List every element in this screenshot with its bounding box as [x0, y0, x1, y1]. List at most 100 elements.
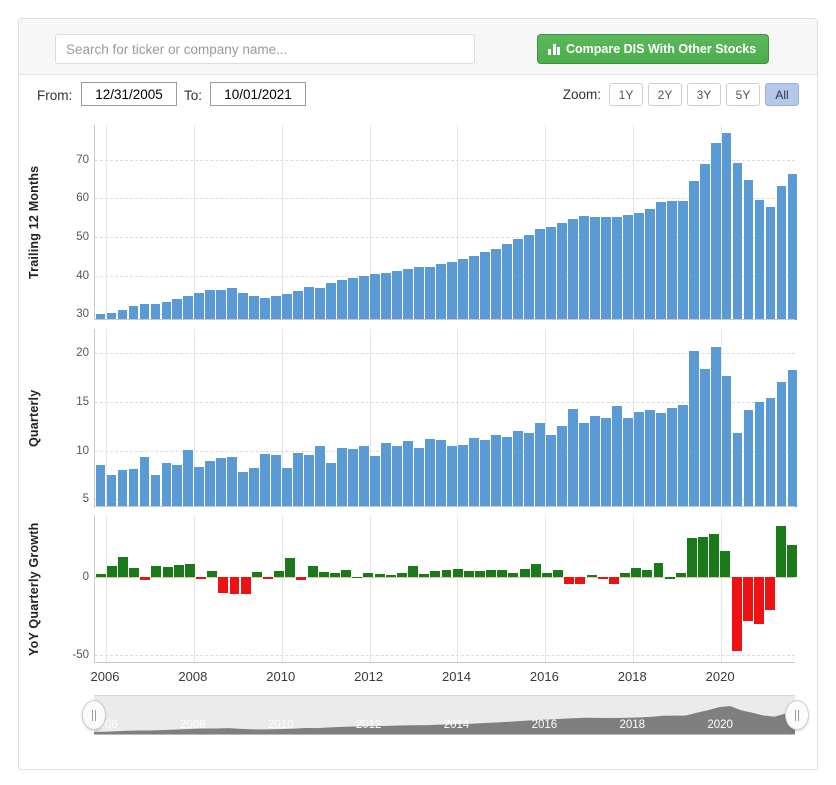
bar[interactable]: [128, 469, 139, 507]
bar[interactable]: [173, 564, 184, 578]
bar[interactable]: [95, 574, 106, 578]
zoom-button-3y[interactable]: 3Y: [687, 83, 721, 106]
bar[interactable]: [469, 437, 479, 507]
bar[interactable]: [205, 290, 216, 320]
bar[interactable]: [564, 577, 575, 584]
bar[interactable]: [556, 223, 567, 320]
bar[interactable]: [666, 407, 677, 507]
bar[interactable]: [743, 180, 754, 320]
bar[interactable]: [249, 296, 260, 320]
bar[interactable]: [229, 577, 240, 594]
bar[interactable]: [262, 577, 273, 579]
bar[interactable]: [497, 569, 508, 578]
bar[interactable]: [370, 274, 380, 320]
bar[interactable]: [575, 577, 586, 584]
bar[interactable]: [553, 570, 564, 578]
bar[interactable]: [207, 571, 218, 578]
bar[interactable]: [513, 239, 523, 320]
bar[interactable]: [150, 474, 161, 507]
bar[interactable]: [611, 216, 622, 320]
bar[interactable]: [578, 216, 589, 320]
bar[interactable]: [578, 423, 589, 507]
bar[interactable]: [341, 570, 352, 578]
bar[interactable]: [666, 200, 677, 320]
bar[interactable]: [315, 287, 326, 320]
bar[interactable]: [731, 577, 742, 651]
bar[interactable]: [260, 297, 271, 320]
bar[interactable]: [129, 567, 140, 578]
bar[interactable]: [600, 417, 611, 507]
bar[interactable]: [106, 474, 117, 507]
bar[interactable]: [620, 572, 630, 578]
bar[interactable]: [698, 536, 709, 578]
bar[interactable]: [95, 465, 106, 507]
bar[interactable]: [732, 162, 743, 320]
bar[interactable]: [172, 465, 183, 507]
bar[interactable]: [491, 435, 501, 507]
bar[interactable]: [408, 566, 418, 578]
bar[interactable]: [655, 201, 666, 320]
bar[interactable]: [743, 409, 754, 507]
bar[interactable]: [238, 471, 249, 507]
bar[interactable]: [117, 470, 128, 507]
bar[interactable]: [430, 571, 441, 578]
bar[interactable]: [282, 294, 293, 320]
bar[interactable]: [183, 296, 194, 320]
bar[interactable]: [742, 577, 753, 621]
bar[interactable]: [271, 296, 282, 320]
bar[interactable]: [545, 227, 556, 320]
bar[interactable]: [194, 467, 205, 507]
zoom-button-all[interactable]: All: [765, 83, 799, 106]
bar[interactable]: [677, 200, 688, 320]
bar[interactable]: [128, 306, 139, 320]
bar[interactable]: [474, 571, 485, 578]
bar[interactable]: [216, 458, 227, 507]
navigator-left-handle[interactable]: [82, 700, 106, 730]
bar[interactable]: [315, 445, 326, 507]
bar[interactable]: [469, 256, 479, 320]
bar[interactable]: [392, 445, 402, 507]
bar[interactable]: [329, 572, 340, 578]
bar[interactable]: [326, 463, 337, 507]
bar[interactable]: [238, 292, 249, 320]
bar[interactable]: [249, 468, 260, 507]
bar[interactable]: [205, 461, 216, 507]
bar[interactable]: [589, 216, 600, 320]
bar[interactable]: [260, 454, 271, 507]
bar[interactable]: [447, 262, 457, 320]
to-date-input[interactable]: [210, 82, 306, 106]
bar[interactable]: [787, 369, 798, 507]
bar[interactable]: [304, 455, 315, 507]
bar[interactable]: [644, 409, 655, 507]
bar[interactable]: [642, 569, 653, 578]
bar[interactable]: [754, 199, 765, 320]
bar[interactable]: [631, 567, 642, 578]
bar[interactable]: [502, 436, 512, 507]
bar[interactable]: [787, 173, 798, 320]
bar[interactable]: [675, 573, 686, 578]
bar[interactable]: [318, 571, 329, 578]
from-date-input[interactable]: [81, 82, 177, 106]
bar[interactable]: [687, 538, 697, 578]
bar[interactable]: [251, 571, 262, 578]
bar[interactable]: [385, 574, 396, 578]
bar[interactable]: [608, 577, 619, 584]
bar[interactable]: [534, 423, 545, 507]
bar[interactable]: [184, 564, 195, 578]
bar[interactable]: [523, 433, 534, 507]
bar[interactable]: [567, 408, 578, 507]
bar[interactable]: [633, 213, 644, 320]
bar[interactable]: [370, 456, 380, 507]
bar[interactable]: [403, 268, 413, 320]
bar[interactable]: [139, 457, 150, 507]
bar[interactable]: [556, 426, 567, 507]
bar[interactable]: [381, 442, 391, 507]
bar[interactable]: [463, 571, 474, 578]
bar[interactable]: [293, 291, 304, 320]
bar[interactable]: [776, 186, 787, 320]
bar[interactable]: [374, 574, 385, 578]
bar[interactable]: [586, 574, 597, 578]
bar[interactable]: [140, 577, 151, 580]
bar[interactable]: [513, 431, 523, 507]
bar[interactable]: [363, 573, 374, 578]
